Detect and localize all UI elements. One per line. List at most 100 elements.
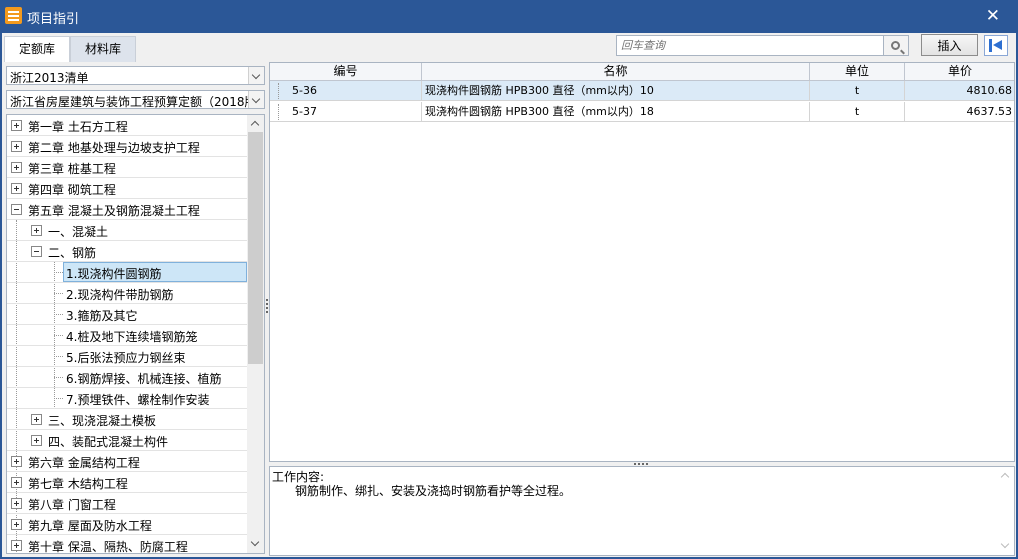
tree-item-label: 第六章 金属结构工程 — [28, 456, 140, 470]
tree-connector — [54, 377, 63, 378]
column-header-name[interactable]: 名称 — [422, 63, 810, 81]
tree-item[interactable]: 第三章 桩基工程 — [7, 157, 247, 178]
tree-item[interactable]: 第七章 木结构工程 — [7, 472, 247, 493]
chapter-tree: 第十章 保温、隔热、防腐工程 第九章 屋面及防水工程 第八章 门窗工程 第七章 木结构… — [6, 114, 265, 554]
tree-item[interactable]: 7.预埋铁件、螺栓制作安装 — [7, 388, 247, 409]
tree-connector — [54, 398, 63, 399]
close-icon[interactable]: ✕ — [986, 6, 1000, 26]
work-content-text: 钢筋制作、绑扎、安装及浇捣时钢筋看护等全过程。 — [295, 484, 572, 498]
tree-item-label: 2.现浇构件带肋钢筋 — [66, 288, 174, 302]
expand-icon[interactable] — [11, 183, 22, 194]
cell-code: 5-36 — [289, 81, 422, 101]
window-title: 项目指引 — [27, 12, 80, 27]
expand-icon[interactable] — [11, 456, 22, 467]
tree-scrollbar[interactable] — [247, 115, 264, 553]
chevron-down-icon[interactable] — [248, 67, 264, 84]
chevron-down-icon[interactable] — [248, 91, 264, 108]
scroll-up-icon[interactable] — [997, 467, 1014, 484]
tree-item-label: 第一章 土石方工程 — [28, 120, 128, 134]
table-row[interactable]: 5-37 现浇构件圆钢筋 HPB300 直径（mm以内）18 t 4637.53 — [270, 102, 1014, 122]
library-select[interactable]: 浙江2013清单 — [6, 66, 265, 85]
tree-connector — [54, 335, 63, 336]
tree-item[interactable]: 第十章 保温、隔热、防腐工程 — [7, 535, 247, 554]
tree-item-label: 第九章 屋面及防水工程 — [28, 519, 152, 533]
tree-connector — [54, 293, 63, 294]
tree-item[interactable]: 第五章 混凝土及钢筋混凝土工程 — [7, 199, 247, 220]
scroll-down-icon[interactable] — [247, 536, 264, 553]
tree-item-label: 一、混凝土 — [48, 225, 109, 239]
cell-name: 现浇构件圆钢筋 HPB300 直径（mm以内）10 — [422, 81, 810, 101]
tree-item-label: 第四章 砌筑工程 — [28, 183, 116, 197]
tree-item-label: 第十章 保温、隔热、防腐工程 — [28, 540, 188, 554]
tree-item[interactable]: 4.桩及地下连续墙钢筋笼 — [7, 325, 247, 346]
search-button[interactable] — [884, 35, 909, 56]
collapse-panel-icon[interactable] — [984, 35, 1008, 56]
app-icon — [5, 7, 22, 24]
cell-price: 4637.53 — [905, 102, 1014, 122]
library-select-value: 浙江2013清单 — [10, 71, 89, 85]
table-row[interactable]: 5-36 现浇构件圆钢筋 HPB300 直径（mm以内）10 t 4810.68 — [270, 81, 1014, 101]
tree-item[interactable]: 二、钢筋 — [7, 241, 247, 262]
column-header-price[interactable]: 单价 — [905, 63, 1014, 81]
work-scrollbar[interactable] — [997, 467, 1014, 555]
scroll-down-icon[interactable] — [997, 538, 1014, 555]
expand-icon[interactable] — [11, 120, 22, 131]
tree-item[interactable]: 第六章 金属结构工程 — [7, 451, 247, 472]
tree-item-label: 3.箍筋及其它 — [66, 309, 138, 323]
tree-item[interactable]: 一、混凝土 — [7, 220, 247, 241]
expand-icon[interactable] — [11, 498, 22, 509]
tree-item[interactable]: 第二章 地基处理与边坡支护工程 — [7, 136, 247, 157]
collapse-icon[interactable] — [11, 204, 22, 215]
expand-icon[interactable] — [31, 435, 42, 446]
tree-item[interactable]: 第八章 门窗工程 — [7, 493, 247, 514]
tree-item-label: 第二章 地基处理与边坡支护工程 — [28, 141, 200, 155]
column-header-unit[interactable]: 单位 — [810, 63, 905, 81]
search-input[interactable] — [616, 35, 884, 56]
tree-item[interactable]: 6.钢筋焊接、机械连接、植筋 — [7, 367, 247, 388]
expand-icon[interactable] — [11, 477, 22, 488]
tree-item-label: 第三章 桩基工程 — [28, 162, 116, 176]
tree-item-label: 二、钢筋 — [48, 246, 97, 260]
left-panel: 浙江2013清单 浙江省房屋建筑与装饰工程预算定额（2018版） 第十章 保温、… — [6, 64, 265, 554]
tree-item-label: 5.后张法预应力钢丝束 — [66, 351, 186, 365]
cell-price: 4810.68 — [905, 81, 1014, 101]
quota-select[interactable]: 浙江省房屋建筑与装饰工程预算定额（2018版） — [6, 90, 265, 109]
tab-quota-library[interactable]: 定额库 — [4, 36, 70, 62]
cell-code: 5-37 — [289, 102, 422, 122]
expand-icon[interactable] — [11, 519, 22, 530]
tree-connector — [54, 272, 63, 273]
collapse-icon[interactable] — [31, 246, 42, 257]
tree-item[interactable]: 三、现浇混凝土模板 — [7, 409, 247, 430]
tree-item-label: 1.现浇构件圆钢筋 — [66, 267, 162, 281]
tree-item[interactable]: 四、装配式混凝土构件 — [7, 430, 247, 451]
expand-icon[interactable] — [11, 141, 22, 152]
cell-unit: t — [810, 102, 905, 122]
tree-item[interactable]: 第九章 屋面及防水工程 — [7, 514, 247, 535]
work-content-panel: 工作内容: 钢筋制作、绑扎、安装及浇捣时钢筋看护等全过程。 — [269, 466, 1015, 556]
tree-item-label: 4.桩及地下连续墙钢筋笼 — [66, 330, 198, 344]
tree-item-label: 7.预埋铁件、螺栓制作安装 — [66, 393, 210, 407]
scroll-up-icon[interactable] — [247, 115, 264, 132]
tree-item-label: 四、装配式混凝土构件 — [48, 435, 169, 449]
expand-icon[interactable] — [11, 540, 22, 551]
tree-item[interactable]: 第四章 砌筑工程 — [7, 178, 247, 199]
expand-icon[interactable] — [11, 162, 22, 173]
tab-material-library[interactable]: 材料库 — [70, 36, 136, 62]
tree-item[interactable]: 3.箍筋及其它 — [7, 304, 247, 325]
expand-icon[interactable] — [31, 225, 42, 236]
tree-connector — [54, 314, 63, 315]
tree-item-label: 第五章 混凝土及钢筋混凝土工程 — [28, 204, 200, 218]
scroll-thumb[interactable] — [248, 132, 263, 364]
cell-name: 现浇构件圆钢筋 HPB300 直径（mm以内）18 — [422, 102, 810, 122]
tree-connector — [54, 356, 63, 357]
quota-select-value: 浙江省房屋建筑与装饰工程预算定额（2018版） — [10, 95, 265, 109]
expand-icon[interactable] — [31, 414, 42, 425]
insert-button[interactable]: 插入 — [921, 34, 978, 56]
tree-item[interactable]: 2.现浇构件带肋钢筋 — [7, 283, 247, 304]
search-icon — [891, 41, 900, 50]
tree-item[interactable]: 1.现浇构件圆钢筋 — [7, 262, 247, 283]
tree-item[interactable]: 5.后张法预应力钢丝束 — [7, 346, 247, 367]
tree-item[interactable]: 第一章 土石方工程 — [7, 115, 247, 136]
column-header-code[interactable]: 编号 — [270, 63, 422, 81]
quota-grid: 编号 名称 单位 单价 5-36 现浇构件圆钢筋 HPB300 直径（mm以内）… — [269, 62, 1015, 462]
